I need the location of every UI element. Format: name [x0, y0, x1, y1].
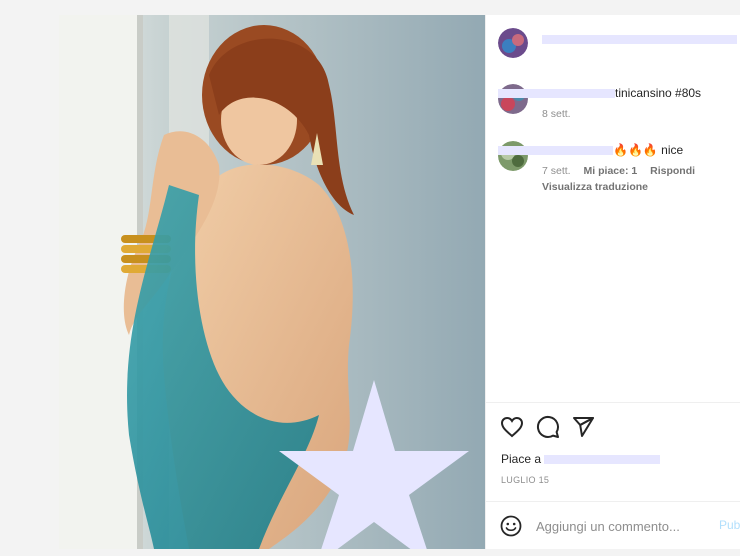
comment-time: 7 sett. — [542, 165, 571, 177]
comment-icon[interactable] — [536, 415, 560, 439]
heart-icon[interactable] — [500, 415, 524, 439]
comment-likes[interactable]: Mi piace: 1 — [584, 165, 638, 177]
likes-summary[interactable]: Piace a — [501, 452, 661, 466]
redacted-liker — [544, 455, 661, 465]
add-comment-bar: Pub — [486, 502, 740, 549]
comment-text: 🔥🔥🔥 nice — [613, 143, 684, 157]
post-side-panel: tinicansino #80s 8 sett. 🔥🔥🔥 nice 7 sett… — [485, 15, 740, 549]
publish-button[interactable]: Pub — [719, 518, 740, 532]
comment-time: 8 sett. — [542, 108, 571, 120]
comment-input[interactable] — [536, 515, 706, 537]
likes-label: Piace a — [501, 452, 542, 466]
comment-text: tinicansino #80s — [615, 86, 702, 100]
divider — [486, 402, 740, 403]
redacted-username — [498, 89, 615, 99]
post-date[interactable]: LUGLIO 15 — [501, 475, 549, 485]
post-photo — [59, 15, 485, 549]
see-translation-button[interactable]: Visualizza traduzione — [542, 181, 648, 193]
redacted-username — [542, 35, 737, 45]
send-icon[interactable] — [571, 415, 595, 439]
reply-button[interactable]: Rispondi — [650, 165, 695, 177]
post-image[interactable] — [59, 15, 485, 549]
smiley-icon[interactable] — [500, 515, 522, 537]
avatar[interactable] — [498, 28, 528, 58]
redacted-username — [498, 146, 613, 156]
